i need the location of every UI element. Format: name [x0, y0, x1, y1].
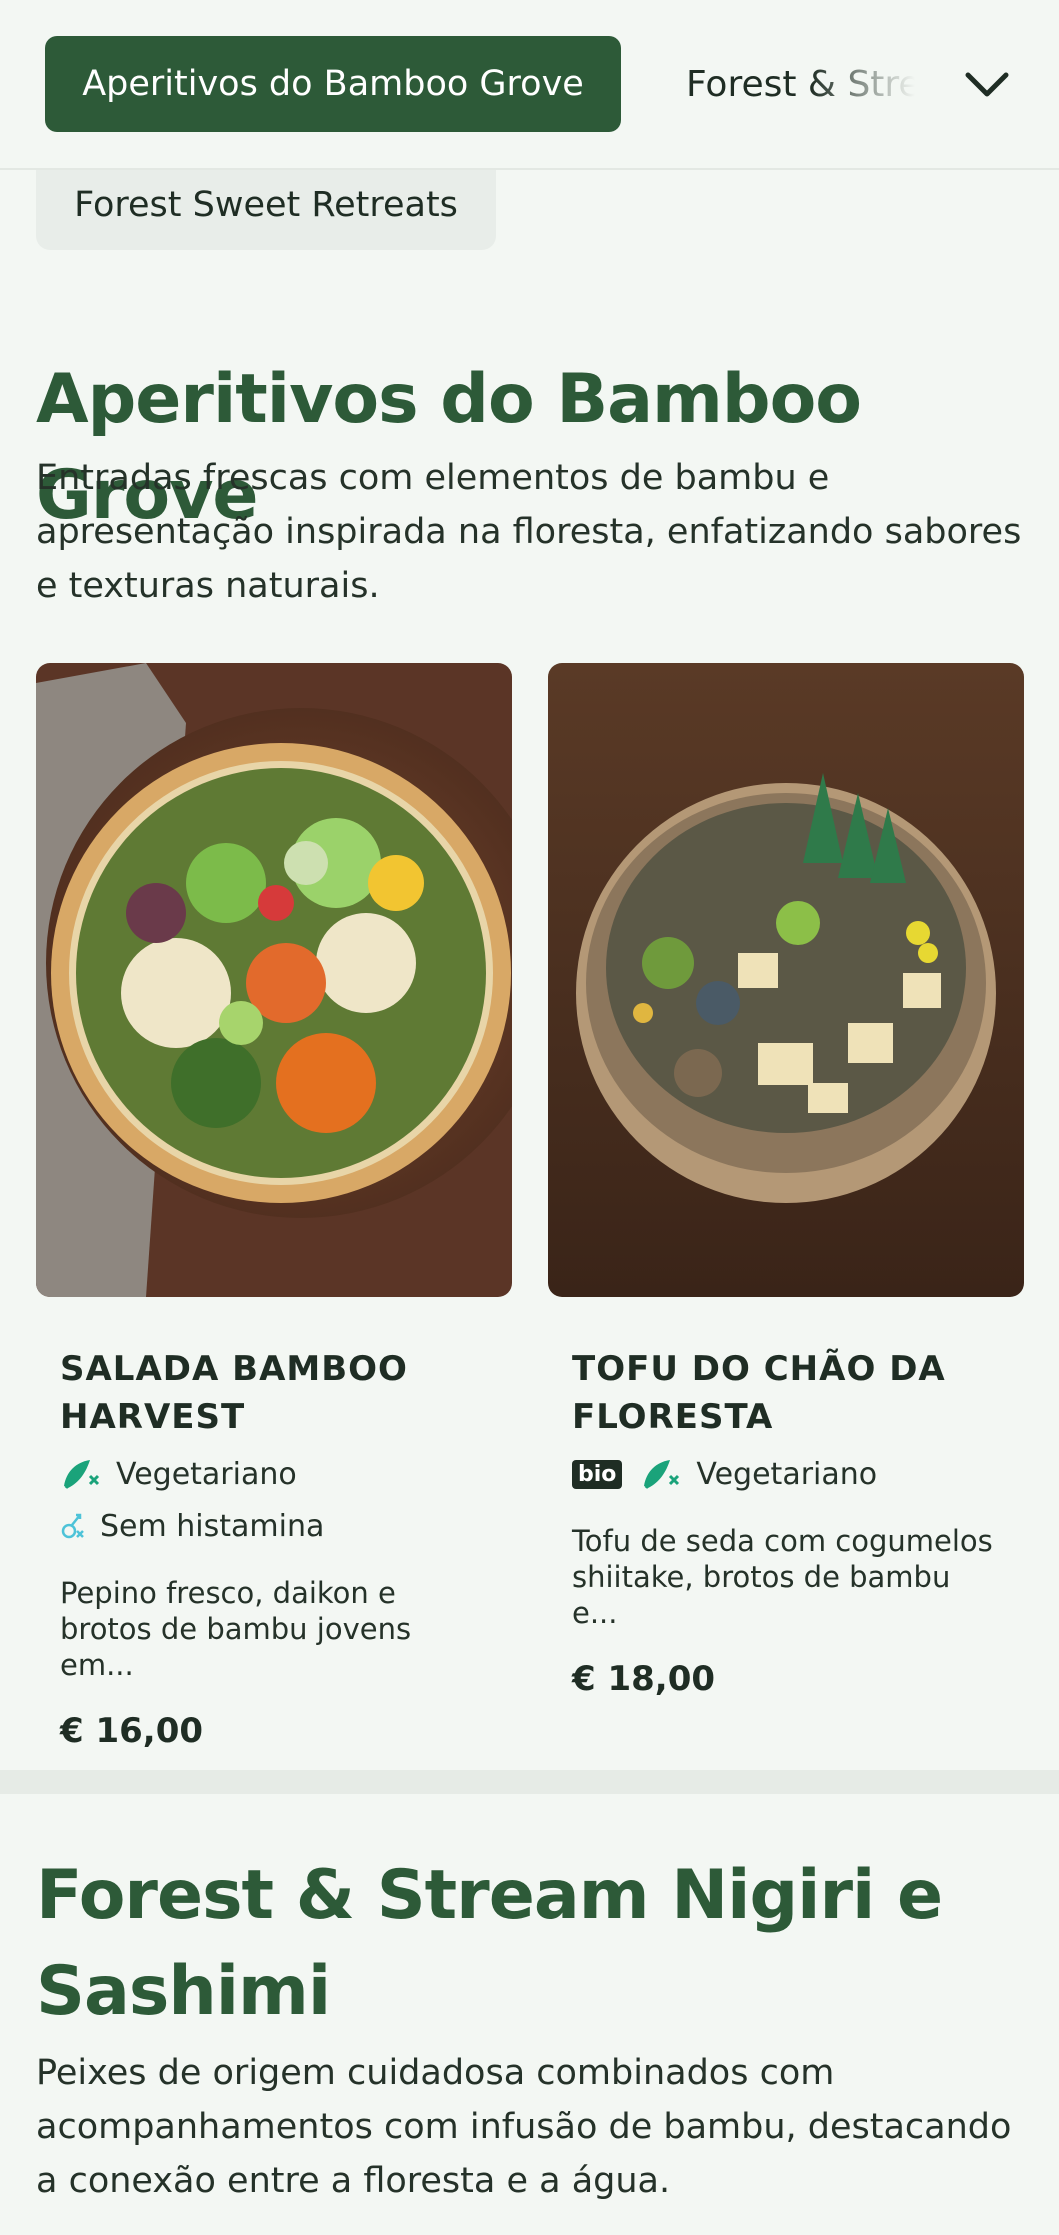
category-nav: Aperitivos do Bamboo Grove Forest & Stre…	[0, 0, 1059, 170]
category-chip-overflow[interactable]: Forest Sweet Retreats	[36, 160, 496, 250]
dish-photo	[548, 663, 1024, 1297]
dish-description: Pepino fresco, daikon e brotos de bambu …	[60, 1576, 412, 1682]
dish-price: € 16,00	[60, 1711, 204, 1751]
section-description: Entradas frescas com elementos de bambu …	[36, 458, 1022, 606]
dish-price: € 18,00	[572, 1659, 716, 1699]
dish-card[interactable]: Tofu do Chão da Floresta bio Vegetariano…	[548, 663, 1024, 1699]
dietary-tag: Vegetariano	[60, 1455, 488, 1493]
chevron-down-icon[interactable]	[962, 60, 1012, 110]
dietary-tag: bio Vegetariano	[572, 1455, 1000, 1493]
dish-card[interactable]: Salada Bamboo Harvest Vegetariano Sem hi…	[36, 663, 512, 1751]
organic-badge: bio	[572, 1459, 623, 1489]
section-title: Forest & Stream Nigiri e Sashimi	[36, 1856, 943, 2031]
dish-name: Salada Bamboo Harvest	[60, 1349, 408, 1437]
dish-description: Tofu de seda com cogumelos shiitake, bro…	[572, 1524, 993, 1630]
category-tab-active[interactable]: Aperitivos do Bamboo Grove	[45, 36, 621, 132]
histamine-free-icon	[60, 1511, 86, 1541]
vegetarian-icon	[640, 1456, 682, 1492]
section-description: Peixes de origem cuidadosa combinados co…	[36, 2053, 1012, 2201]
vegetarian-icon	[60, 1456, 102, 1492]
dish-photo	[36, 663, 512, 1297]
section-divider	[0, 1770, 1059, 1794]
dietary-tag: Sem histamina	[60, 1507, 488, 1545]
tab-fade-overlay	[810, 36, 950, 132]
dish-name: Tofu do Chão da Floresta	[572, 1349, 946, 1437]
